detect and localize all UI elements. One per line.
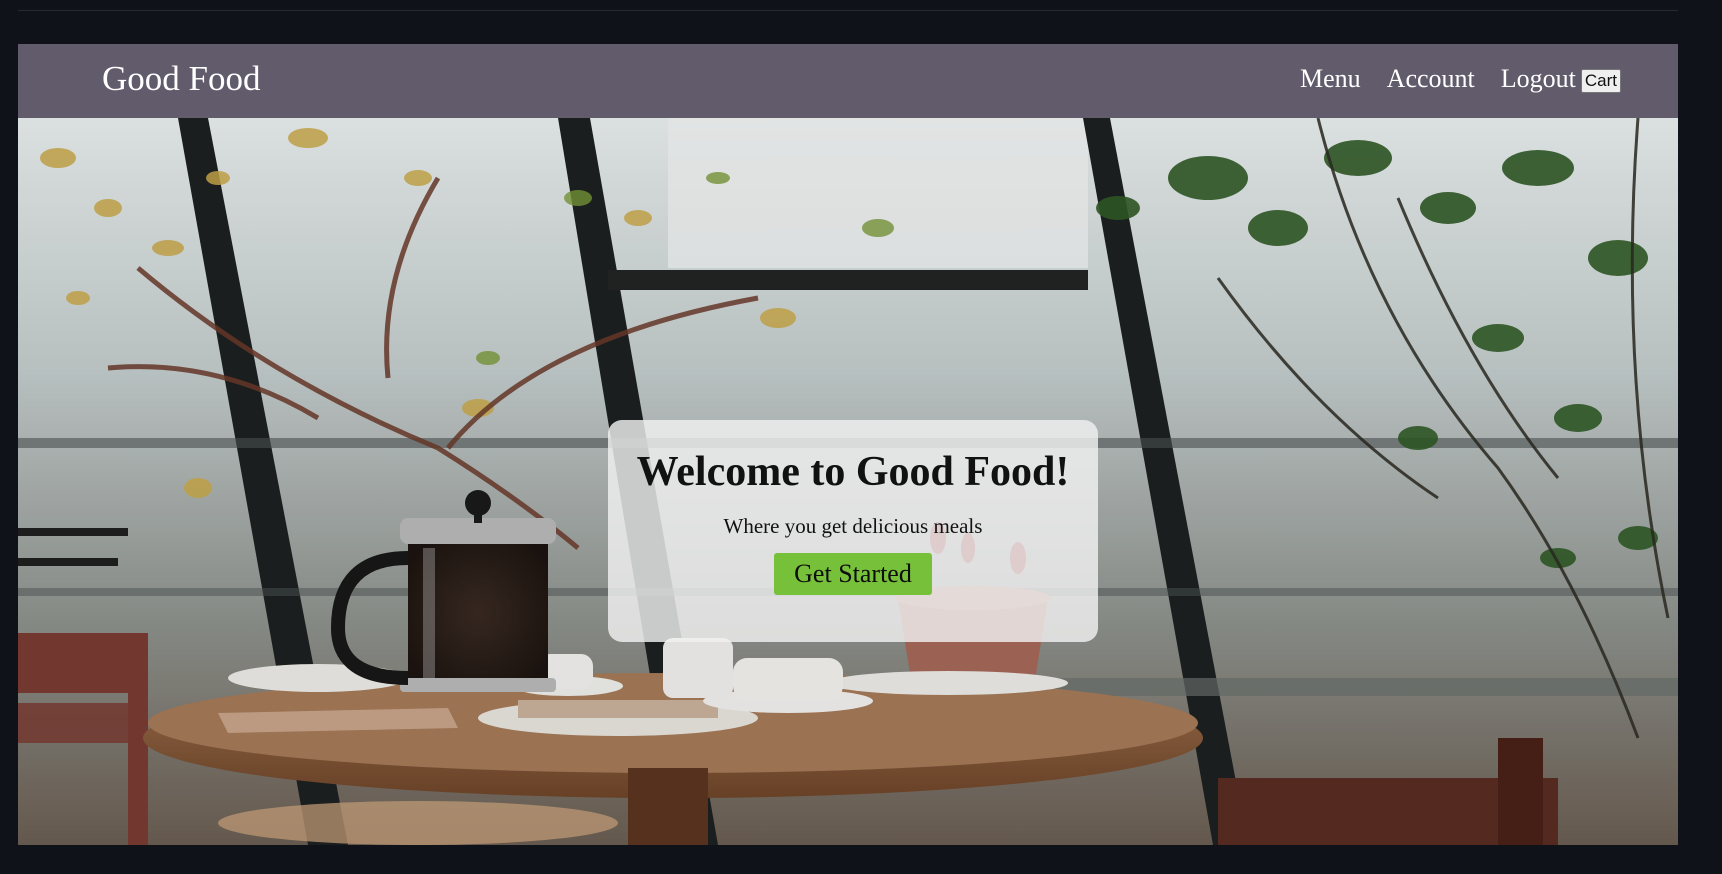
top-divider [18,10,1678,11]
site-logo[interactable]: Good Food [102,44,261,114]
navbar: Good Food Menu Account Logout Cart [18,44,1678,118]
welcome-card: Welcome to Good Food! Where you get deli… [608,420,1098,642]
nav-link-account[interactable]: Account [1387,64,1475,94]
nav-link-logout[interactable]: Logout [1501,64,1576,94]
get-started-button[interactable]: Get Started [774,553,932,595]
welcome-subtitle: Where you get delicious meals [723,514,983,538]
cart-button[interactable]: Cart [1580,68,1621,93]
nav-link-menu[interactable]: Menu [1300,64,1361,94]
welcome-title: Welcome to Good Food! [636,449,1070,495]
hero-section: Welcome to Good Food! Where you get deli… [18,118,1678,845]
site-frame: Good Food Menu Account Logout Cart Welco… [18,44,1678,845]
nav-links: Menu Account Logout Cart [1300,44,1621,114]
